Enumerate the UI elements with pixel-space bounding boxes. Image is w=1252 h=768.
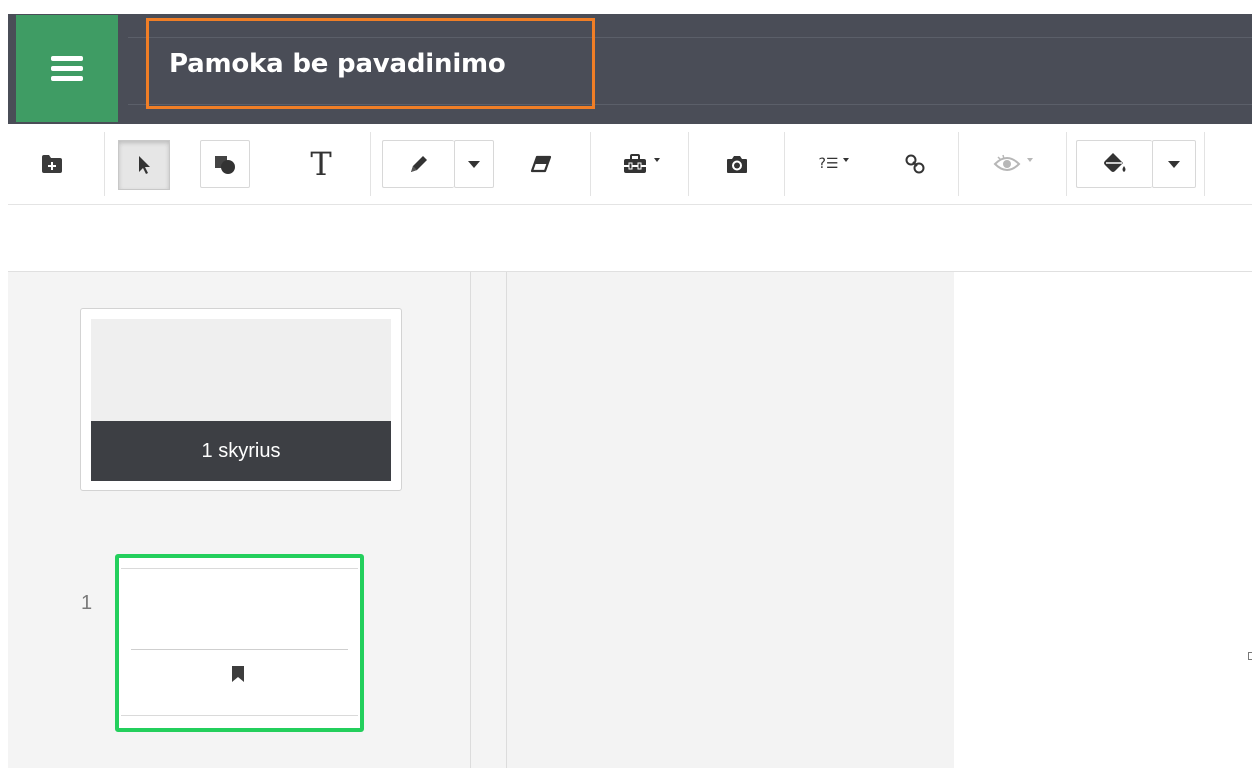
menu-button[interactable] [16,15,118,122]
caret-down-icon [653,158,660,162]
page-thumbnail-divider [131,649,348,650]
eye-icon [993,154,1020,171]
link-button[interactable] [890,140,940,188]
reveal-dropdown[interactable] [976,140,1048,188]
toolbar-separator [1066,132,1067,196]
section-label-bar: 1 skyrius [91,421,391,481]
toolbar-separator [104,132,105,196]
link-icon [905,154,925,174]
app-window: Pamoka be pavadinimo T ?☰ 1 skyrius 1 [8,8,1252,768]
title-highlight[interactable]: Pamoka be pavadinimo [146,18,595,109]
pen-tool-button[interactable] [382,140,454,188]
caret-down-icon [1026,158,1033,162]
section-thumbnail [91,319,391,421]
toolbar-separator [590,132,591,196]
eraser-tool-button[interactable] [516,140,566,188]
caret-down-icon [843,158,850,162]
canvas-page[interactable] [954,272,1252,768]
toolbox-icon [623,154,646,173]
toolbar-separator [1204,132,1205,196]
text-tool-button[interactable]: T [296,140,346,188]
resize-handle[interactable] [1248,652,1252,660]
add-folder-button[interactable] [30,142,74,186]
question-list-icon: ?☰ [818,156,839,172]
toolbar: T ?☰ [8,124,1252,205]
caret-down-icon [468,160,480,168]
page-thumbnail-content [121,568,358,716]
eraser-icon [530,155,552,173]
pen-options-dropdown[interactable] [454,140,494,188]
camera-button[interactable] [712,140,762,188]
fill-tool-button[interactable] [1076,140,1152,188]
select-tool-button[interactable] [118,140,170,190]
text-T-icon: T [310,145,332,183]
secondary-toolbar-area [8,205,1252,272]
question-list-dropdown[interactable]: ?☰ [804,140,864,188]
sidebar-gutter [471,272,507,768]
canvas-area[interactable] [507,272,954,768]
paint-bucket-icon [1103,153,1125,172]
toolbar-separator [784,132,785,196]
bookmark-icon [232,666,244,682]
hamburger-icon [51,55,83,82]
section-label: 1 skyrius [201,439,281,462]
pencil-icon [410,156,427,172]
folder-plus-icon [42,155,62,173]
fill-options-dropdown[interactable] [1152,140,1196,188]
page-number: 1 [81,592,93,614]
cursor-arrow-icon [139,156,150,174]
caret-down-icon [1168,160,1180,168]
toolbox-dropdown[interactable] [608,140,672,188]
lesson-title[interactable]: Pamoka be pavadinimo [169,49,506,79]
shapes-tool-button[interactable] [200,140,250,188]
toolbar-separator [688,132,689,196]
toolbar-separator [370,132,371,196]
camera-icon [727,156,747,173]
page-thumbnail-selected[interactable] [115,554,364,732]
section-card[interactable]: 1 skyrius [80,308,402,491]
shapes-icon [215,156,235,174]
toolbar-separator [958,132,959,196]
